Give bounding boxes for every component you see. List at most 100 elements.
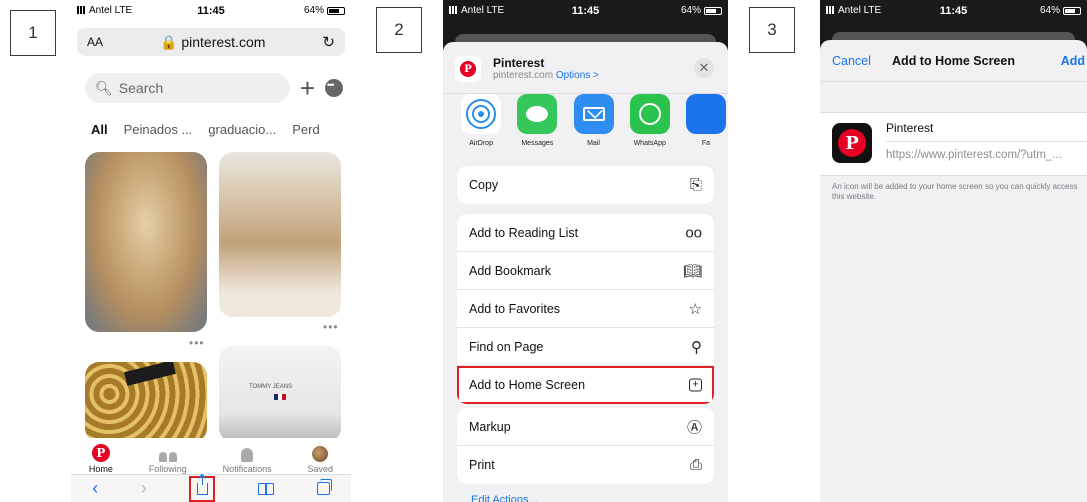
divider (886, 141, 1087, 142)
add-icon[interactable]: + (300, 75, 315, 101)
nav-notifications[interactable]: Notifications (223, 448, 272, 474)
pinterest-logo-icon: P (91, 444, 110, 462)
search-input[interactable]: 🔍︎ Search (85, 73, 290, 103)
tab-perd[interactable]: Perd (292, 122, 319, 137)
nav-following[interactable]: Following (149, 450, 187, 474)
search-row: 🔍︎ Search + (85, 72, 343, 104)
tabs-icon[interactable] (316, 479, 332, 495)
add-button[interactable]: Add (1061, 54, 1085, 68)
battery-percent: 64% (303, 5, 324, 16)
battery-icon (1063, 6, 1081, 15)
add-to-home-sheet: Cancel Add to Home Screen Add P Pinteres… (820, 40, 1087, 502)
pin-image-shirt[interactable]: TOMMY JEANS (219, 346, 341, 442)
share-apps-row: AirDrop Messages Mail WhatsApp Fa (443, 94, 728, 152)
graduation-cap-shape (124, 362, 176, 386)
tab-all[interactable]: All (91, 122, 108, 137)
action-group-other: Markup Ⓐ Print ⎙ (457, 408, 714, 484)
more-options-icon[interactable]: ••• (189, 336, 205, 350)
share-icon (196, 474, 208, 495)
close-icon[interactable]: ✕ (694, 58, 714, 78)
pinterest-bottom-nav: P Home Following Notifications Saved (71, 438, 351, 474)
status-bar: Antel LTE 11:45 64% (71, 0, 351, 28)
shirt-print: TOMMY JEANS (249, 384, 293, 390)
search-icon: ⚲ (691, 338, 702, 356)
share-button[interactable] (189, 474, 216, 502)
board-tabs: All Peinados ... graduacio... Perd (91, 122, 320, 137)
share-title: Pinterest (493, 56, 545, 70)
action-markup[interactable]: Markup Ⓐ (457, 408, 714, 446)
step-label-2: 2 (376, 7, 422, 53)
avatar (312, 446, 329, 462)
action-add-to-home-screen[interactable]: Add to Home Screen + (457, 366, 714, 404)
battery-percent: 64% (680, 5, 701, 16)
pin-image-hair-2[interactable] (219, 152, 341, 317)
action-print[interactable]: Print ⎙ (457, 446, 714, 484)
action-add-bookmark[interactable]: Add Bookmark 📖︎ (457, 252, 714, 290)
status-bar: Antel LTE 11:45 64% (820, 0, 1087, 28)
share-app-more[interactable]: Fa (684, 94, 728, 152)
share-sheet: P Pinterest pinterest.com Options > ✕ Ai… (443, 42, 728, 502)
bookmarks-icon[interactable] (258, 482, 275, 495)
mail-icon (573, 94, 614, 134)
battery-percent: 64% (1039, 5, 1060, 16)
reload-icon[interactable]: ↻ (322, 33, 335, 51)
people-icon (158, 450, 177, 462)
share-sheet-header: P Pinterest pinterest.com Options > ✕ (443, 42, 728, 94)
battery-icon (704, 6, 722, 15)
markup-icon: Ⓐ (686, 419, 702, 436)
action-find-on-page[interactable]: Find on Page ⚲ (457, 328, 714, 366)
glasses-icon: oo (685, 224, 702, 241)
safari-toolbar: ‹ › (71, 474, 351, 502)
shortcut-name-field[interactable]: Pinterest (886, 121, 933, 135)
share-app-airdrop[interactable]: AirDrop (459, 94, 503, 152)
phone-2-share-sheet: Antel LTE 11:45 64% P Pinterest pinteres… (443, 0, 728, 502)
share-domain: pinterest.com (493, 70, 554, 81)
action-group-copy: Copy ⎘ (457, 166, 714, 204)
shortcut-url: https://www.pinterest.com/?utm_... (886, 149, 1062, 161)
sheet-navbar: Cancel Add to Home Screen Add (820, 40, 1087, 82)
site-icon: P (455, 56, 481, 82)
battery-icon (327, 6, 345, 15)
share-app-whatsapp[interactable]: WhatsApp (628, 94, 672, 152)
whatsapp-icon (629, 94, 670, 134)
printer-icon: ⎙ (689, 456, 702, 474)
share-app-messages[interactable]: Messages (515, 94, 559, 152)
address-bar[interactable]: AA 🔒 pinterest.com ↻ (77, 28, 345, 56)
messages-icon (517, 94, 558, 134)
edit-actions-link[interactable]: Edit Actions... (471, 494, 538, 502)
phone-1-safari-pinterest: Antel LTE 11:45 64% AA 🔒 pinterest.com ↻… (71, 0, 351, 502)
action-copy[interactable]: Copy ⎘ (457, 166, 714, 204)
pin-image-hair-1[interactable] (85, 152, 207, 332)
pinterest-logo-icon: P (460, 61, 476, 77)
status-bar: Antel LTE 11:45 64% (443, 0, 728, 28)
nav-saved[interactable]: Saved (308, 446, 333, 474)
star-icon: ☆ (688, 300, 702, 318)
forward-icon[interactable]: › (141, 478, 147, 499)
info-note: An icon will be added to your home scree… (832, 182, 1078, 201)
action-add-to-favorites[interactable]: Add to Favorites ☆ (457, 290, 714, 328)
tab-peinados[interactable]: Peinados ... (124, 122, 193, 137)
step-label-1: 1 (10, 10, 56, 56)
more-options-icon[interactable]: ••• (323, 320, 339, 334)
shortcut-card: P Pinterest https://www.pinterest.com/?u… (820, 112, 1087, 176)
tutorial-collage: 1 2 3 Antel LTE 11:45 64% AA 🔒 pinterest… (0, 0, 1087, 502)
options-link[interactable]: Options > (556, 70, 599, 81)
bell-icon (241, 448, 254, 462)
step-label-3: 3 (749, 7, 795, 53)
airdrop-icon (461, 94, 502, 134)
search-icon: 🔍︎ (95, 79, 113, 96)
app-icon (685, 94, 726, 134)
sheet-title: Add to Home Screen (892, 54, 1015, 68)
pin-image-graduation[interactable] (85, 362, 207, 442)
action-add-to-reading-list[interactable]: Add to Reading List oo (457, 214, 714, 252)
flag-logo (274, 394, 286, 400)
copy-icon: ⎘ (689, 176, 702, 194)
share-app-mail[interactable]: Mail (571, 94, 615, 152)
url-text: 🔒 pinterest.com (160, 33, 266, 50)
back-icon[interactable]: ‹ (92, 478, 98, 499)
tab-graduacion[interactable]: graduacio... (208, 122, 276, 137)
nav-home[interactable]: P Home (89, 444, 113, 474)
add-square-icon: + (689, 378, 702, 392)
reader-aa-button[interactable]: AA (87, 35, 103, 49)
messages-icon[interactable] (325, 79, 343, 97)
